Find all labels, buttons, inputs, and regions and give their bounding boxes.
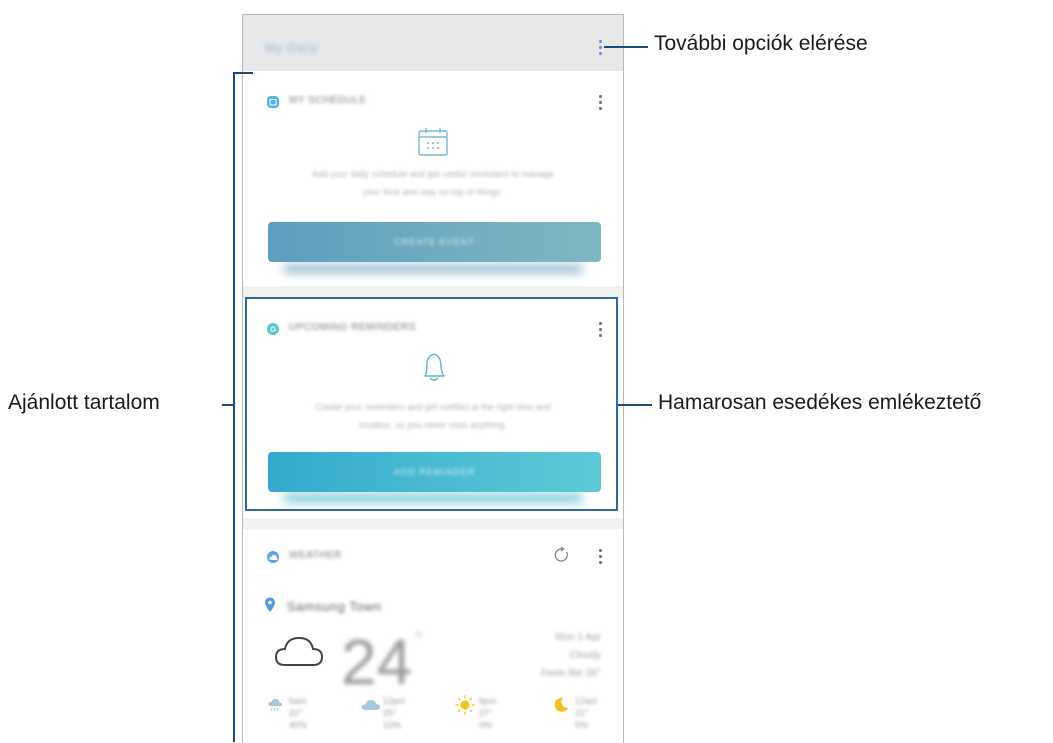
weather-location: Samsung Town [287, 599, 382, 614]
sun-icon [455, 695, 475, 715]
callout-more-options: További opciók elérése [654, 32, 868, 55]
weather-degree: ° [415, 629, 423, 649]
weather-card: WEATHER Samsung Town 24 ° Mon 1 Apr Clou… [243, 529, 623, 743]
callout-recommended-content: Ajánlott tartalom [8, 391, 160, 414]
cloud-icon [274, 636, 324, 666]
rain-cloud-icon [268, 698, 283, 712]
schedule-card: MY SCHEDULE Add your daily schedule and … [243, 71, 623, 286]
callout-bracket-vertical [233, 72, 235, 742]
create-event-button[interactable]: CREATE EVENT [268, 222, 601, 262]
weather-card-menu-icon[interactable] [597, 549, 603, 567]
schedule-card-title: MY SCHEDULE [289, 95, 367, 106]
calendar-icon [418, 128, 448, 156]
calendar-small-icon [267, 96, 279, 108]
schedule-card-description: Add your daily schedule and get useful r… [311, 169, 555, 197]
weather-small-icon [267, 551, 279, 563]
callout-bracket-top [233, 72, 253, 74]
cloud-icon [361, 700, 380, 710]
forecast-item: 6am 22° 40% [289, 696, 308, 730]
callout-line-more-options [604, 46, 648, 48]
location-pin-icon [265, 597, 275, 612]
more-options-icon[interactable] [597, 40, 603, 58]
weather-temperature: 24 [341, 626, 413, 698]
button-shadow [283, 265, 583, 273]
callout-bracket-tick [222, 404, 234, 406]
forecast-item: 6pm 27° 0% [479, 696, 497, 730]
callout-upcoming-reminder: Hamarosan esedékes emlékeztető [658, 391, 982, 414]
moon-icon [554, 697, 568, 712]
forecast-item: 12am 21° 5% [575, 696, 598, 730]
forecast-item: 12pm 25° 10% [383, 696, 406, 730]
weather-card-title: WEATHER [289, 550, 342, 561]
app-bar: My Daily [243, 15, 623, 71]
reminder-highlight-box [245, 297, 618, 511]
app-title: My Daily [265, 41, 320, 55]
weather-details: Mon 1 Apr Cloudy Feels like 26° [540, 632, 601, 679]
refresh-icon[interactable] [554, 547, 570, 563]
schedule-card-menu-icon[interactable] [597, 95, 603, 113]
callout-line-upcoming-reminder [618, 404, 652, 406]
